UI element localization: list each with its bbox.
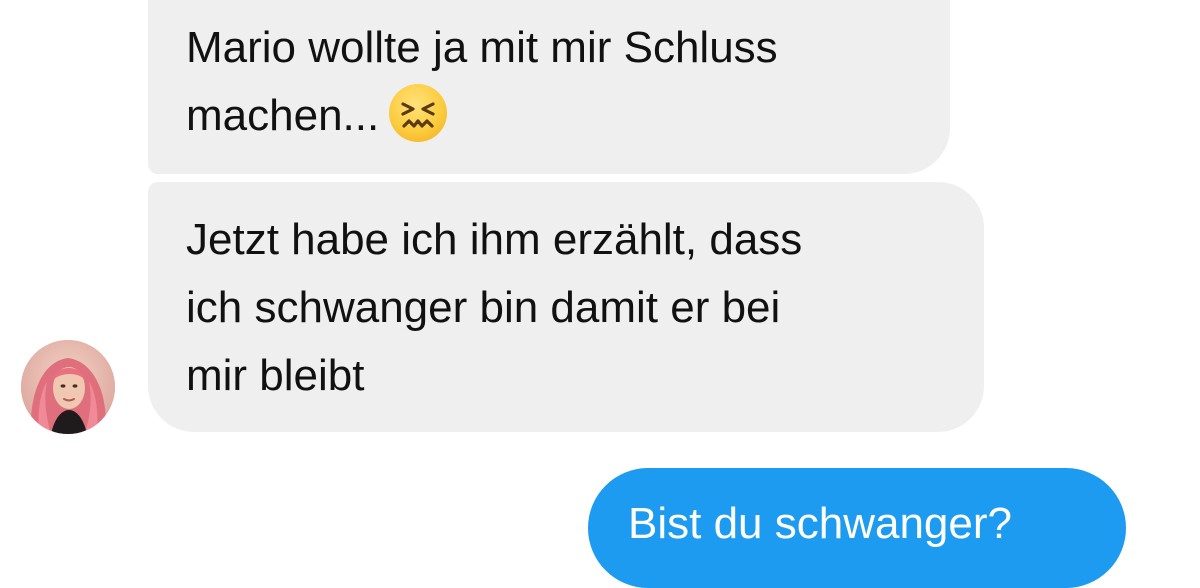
persevering-face-icon [389,84,448,142]
message-text-line: ich schwanger bin damit er bei [186,283,781,332]
message-text-line: mir bleibt [186,351,365,400]
incoming-message-bubble[interactable]: Mario wollte ja mit mir Schluss machen..… [148,0,950,174]
message-text-line: Jetzt habe ich ihm erzählt, dass [186,215,803,264]
message-text-line: Mario wollte ja mit mir Schluss [186,23,778,72]
message-text: Bist du schwanger? [628,499,1012,548]
contact-avatar[interactable] [21,340,115,434]
message-text-fragment: machen... [186,91,380,140]
outgoing-message-bubble[interactable]: Bist du schwanger? [588,468,1126,588]
avatar-photo-icon [21,340,115,434]
message-text-line: machen... [186,82,950,150]
incoming-message-bubble[interactable]: Jetzt habe ich ihm erzählt, dass ich sch… [148,182,984,432]
